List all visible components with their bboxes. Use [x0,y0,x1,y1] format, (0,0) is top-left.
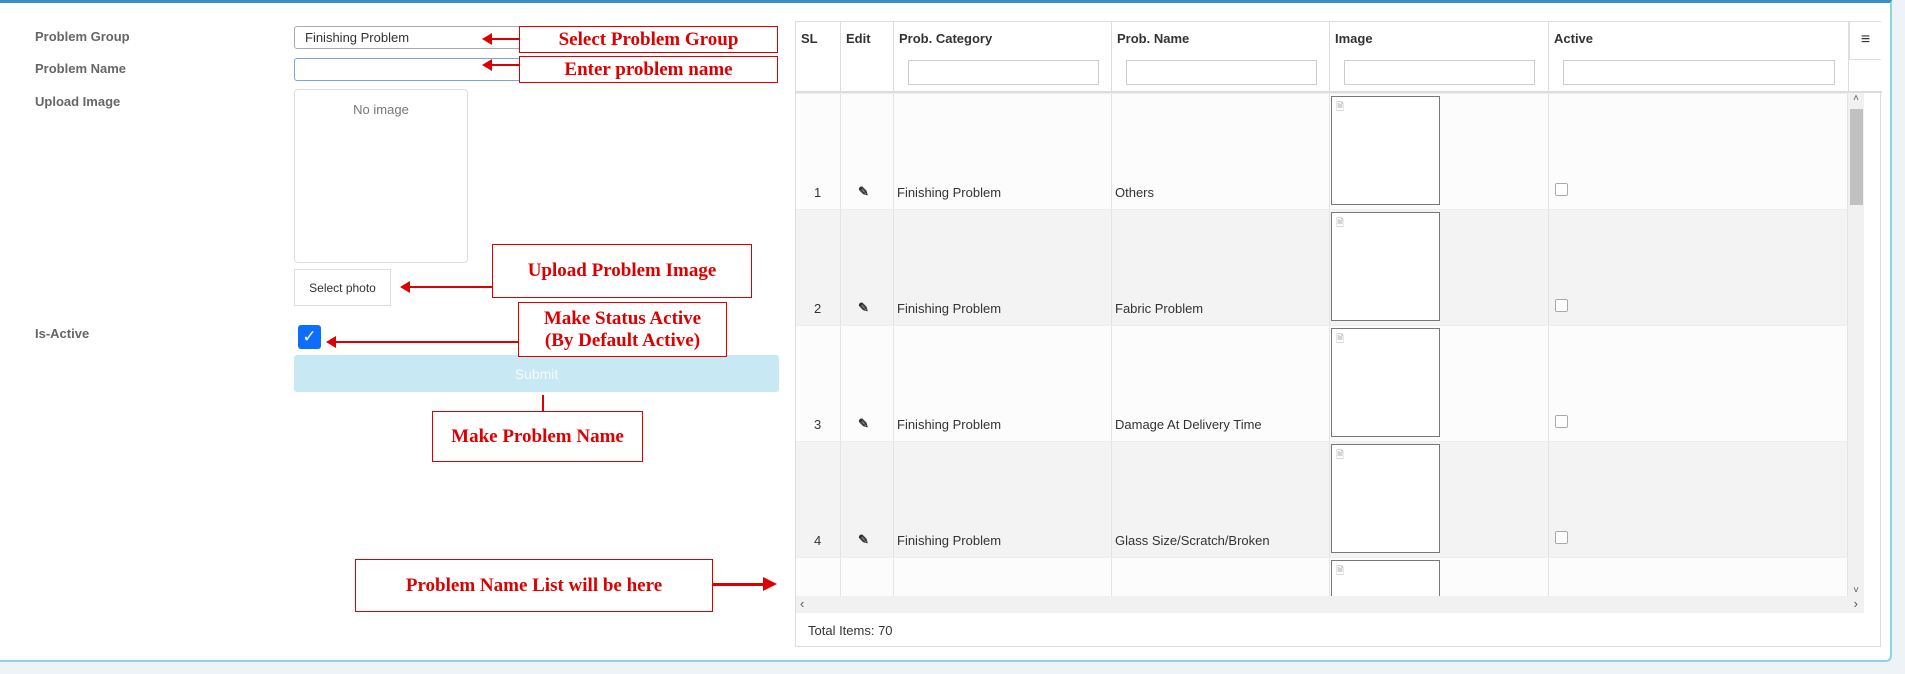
sl-cell: 4 [796,442,841,558]
vertical-scrollbar[interactable]: ˄ ˅ [1848,93,1864,596]
broken-image-icon: 🗎 [1331,444,1440,553]
edit-cell[interactable]: ✎ [841,210,894,326]
grid-header: SL Edit Prob. Category Prob. Name Image … [796,22,1882,93]
select-photo-button[interactable]: Select photo [294,269,391,306]
problem-name-label: Problem Name [35,61,127,76]
column-header-edit[interactable]: Edit [841,22,894,93]
is-active-label: Is-Active [35,326,90,341]
sl-text: 4 [814,533,822,548]
edit-cell[interactable]: ✎ [841,326,894,442]
name-cell: Fabric Problem [1112,210,1330,326]
name-text: Glass Size/Scratch/Broken [1115,533,1270,548]
annotation-make-active: Make Status Active (By Default Active) [518,302,727,357]
annotation-upload-image: Upload Problem Image [492,244,752,298]
category-text: Finishing Problem [897,533,1002,548]
annotation-text: (By Default Active) [544,329,701,351]
is-active-checkbox[interactable]: ✓ [298,325,321,349]
annotation-arrow [326,336,518,348]
category-text: Finishing Problem [897,301,1002,316]
broken-image-icon: 🗎 [1331,212,1440,321]
upload-image-label: Upload Image [35,94,121,109]
name-cell: Damage At Delivery Time [1112,326,1330,442]
grid-body: 1 ✎ Finishing Problem Others 🗎 2 ✎ Finishing Pr… [796,93,1848,596]
name-text: Damage At Delivery Time [1115,417,1262,432]
active-cell [1549,558,1848,596]
annotation-arrow [713,577,777,591]
active-cell [1549,442,1848,558]
image-cell: 🗎 [1330,442,1549,558]
image-cell: 🗎 [1330,94,1549,210]
sl-cell [796,558,841,596]
annotation-arrow [400,281,492,293]
table-row[interactable]: 4 ✎ Finishing Problem Glass Size/Scratch/Br… [796,441,1848,558]
annotation-arrow [482,33,519,45]
edit-icon[interactable]: ✎ [858,300,869,316]
problem-group-label: Problem Group [35,29,130,44]
annotation-arrow [542,395,544,411]
sl-text: 2 [814,301,822,316]
table-row[interactable]: 🗎 [796,557,1848,596]
category-cell [894,558,1112,596]
table-row[interactable]: 3 ✎ Finishing Problem Damage At Delivery Ti… [796,325,1848,442]
annotation-list-here: Problem Name List will be here [355,559,713,612]
no-image-text: No image [353,102,409,117]
broken-image-icon: 🗎 [1331,328,1440,437]
submit-button[interactable]: Submit [294,355,779,392]
table-row[interactable]: 1 ✎ Finishing Problem Others 🗎 [796,93,1848,210]
column-header-sl[interactable]: SL [796,22,841,93]
name-cell: Others [1112,94,1330,210]
edit-icon[interactable]: ✎ [858,532,869,548]
active-checkbox[interactable] [1555,183,1568,196]
active-checkbox[interactable] [1555,299,1568,312]
sl-cell: 2 [796,210,841,326]
name-filter-input[interactable] [1126,60,1317,85]
problem-grid: SL Edit Prob. Category Prob. Name Image … [795,21,1882,647]
category-cell: Finishing Problem [894,210,1112,326]
annotation-select-group: Select Problem Group [519,26,778,53]
sl-cell: 3 [796,326,841,442]
category-cell: Finishing Problem [894,326,1112,442]
image-preview: No image [294,89,468,263]
image-cell: 🗎 [1330,558,1549,596]
edit-icon[interactable]: ✎ [858,184,869,200]
active-cell [1549,326,1848,442]
grid-menu-icon[interactable]: ≡ [1849,22,1881,60]
horizontal-scrollbar[interactable]: ‹ › [796,596,1864,613]
sl-text: 3 [814,417,822,432]
total-items: Total Items: 70 [808,623,893,638]
category-text: Finishing Problem [897,417,1002,432]
sl-text: 1 [814,185,822,200]
table-row[interactable]: 2 ✎ Finishing Problem Fabric Problem 🗎 [796,209,1848,326]
image-cell: 🗎 [1330,326,1549,442]
edit-cell[interactable] [841,558,894,596]
active-cell [1549,94,1848,210]
broken-image-icon: 🗎 [1331,96,1440,205]
name-cell: Glass Size/Scratch/Broken [1112,442,1330,558]
image-cell: 🗎 [1330,210,1549,326]
annotation-text: Make Status Active [543,307,702,329]
name-text: Fabric Problem [1115,301,1204,316]
page-card: Problem Group Finishing Problem Problem … [0,0,1892,662]
edit-cell[interactable]: ✎ [841,94,894,210]
image-filter-input[interactable] [1344,60,1535,85]
annotation-arrow [482,59,519,71]
annotation-make-name: Make Problem Name [432,411,643,462]
edit-icon[interactable]: ✎ [858,416,869,432]
sl-cell: 1 [796,94,841,210]
name-cell [1112,558,1330,596]
active-checkbox[interactable] [1555,415,1568,428]
edit-cell[interactable]: ✎ [841,442,894,558]
active-cell [1549,210,1848,326]
annotation-enter-name: Enter problem name [519,56,778,83]
category-text: Finishing Problem [897,185,1002,200]
active-checkbox[interactable] [1555,531,1568,544]
active-filter-input[interactable] [1563,60,1835,85]
name-text: Others [1115,185,1155,200]
category-filter-input[interactable] [908,60,1099,85]
category-cell: Finishing Problem [894,94,1112,210]
category-cell: Finishing Problem [894,442,1112,558]
broken-image-icon: 🗎 [1331,560,1440,596]
